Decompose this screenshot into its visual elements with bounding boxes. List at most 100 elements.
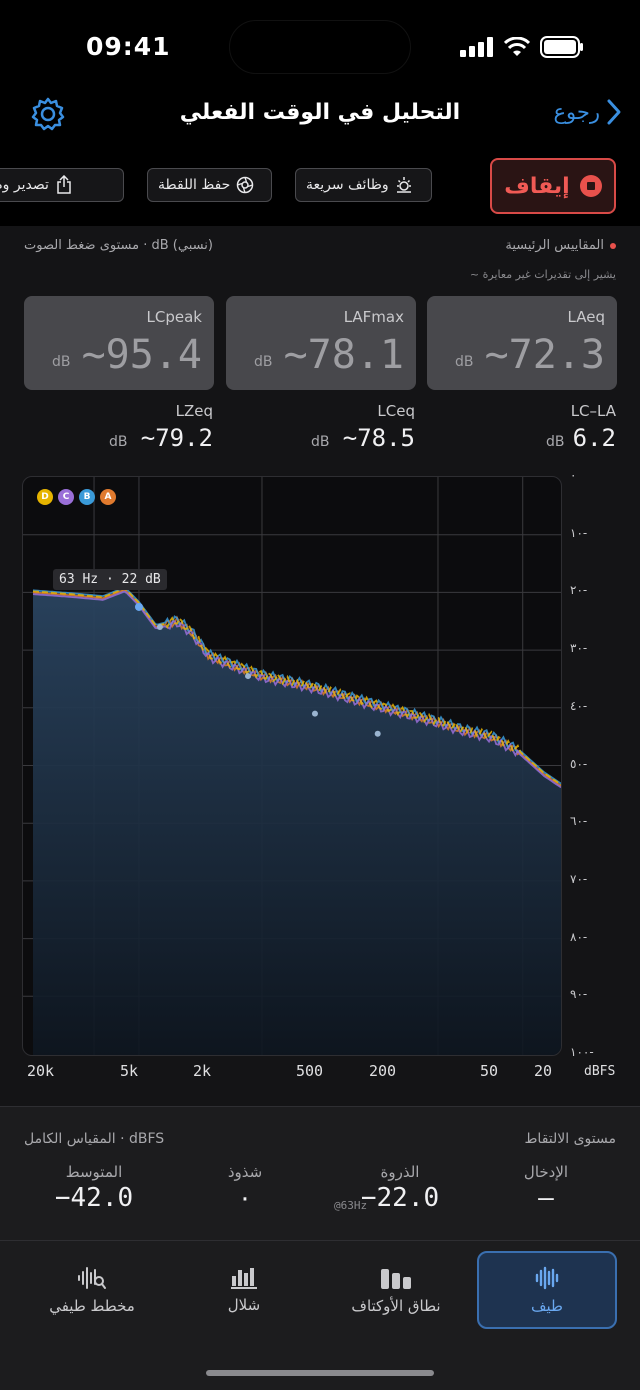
signal-icon [460,37,493,57]
spectrum-area [33,589,561,1055]
toolbar: إيقاف وظائف سريعة حفظ اللقطة تصدير وم [0,156,640,226]
x-tick-label: 5k [120,1062,139,1080]
spl-unit-label: مستوى ضغط الصوت · dB (نسبي) [24,238,213,253]
y-tick-label: ١٠٠- [570,1045,594,1059]
metric-card-lafmax[interactable]: LAFmax ~78.1 dB [226,296,416,390]
x-tick-label: 50 [480,1062,499,1080]
metrics-header-label: المقاييس الرئيسية [505,238,604,253]
card-label: LAeq [567,308,605,326]
secondary-value: ~78.5 [342,424,415,452]
peak-tooltip: 63 Hz · 22 dB [53,569,167,590]
secondary-unit: dB [109,434,128,450]
status-time: 09:41 [86,32,171,61]
stop-label: إيقاف [504,173,570,199]
stat-value: ٠ [237,1183,253,1213]
peak-marker [374,730,381,737]
x-tick-label: 2k [193,1062,212,1080]
legend-item-b: B [79,489,95,505]
stat-label: الإدخال [523,1163,569,1181]
y-tick-label: ٤٠- [570,698,588,713]
nav-bar: التحليل في الوقت الفعلي رجوع [0,92,640,142]
y-tick-label: ٩٠- [570,987,588,1002]
quick-functions-button[interactable]: وظائف سريعة [295,168,432,202]
axis-unit-label: dBFS [584,1064,616,1079]
secondary-metric-lc-la: LC–LA 6.2 dB [426,402,616,458]
card-unit: dB [455,354,474,370]
camera-aperture-icon [237,176,254,194]
metric-card-lcpeak[interactable]: LCpeak ~95.4 dB [24,296,214,390]
stat-label: المتوسط [65,1163,123,1181]
status-bar: 09:41 [0,0,640,92]
metrics-header: المقاييس الرئيسية [505,238,616,253]
y-tick-label: ٠ [570,468,577,482]
y-tick-label: ٧٠- [570,871,588,886]
quick-functions-label: وظائف سريعة [306,177,389,193]
waveform-icon [535,1266,559,1290]
secondary-unit: dB [546,434,565,450]
secondary-label: LCeq [377,402,415,420]
status-icons [460,36,584,58]
y-axis-labels: ٠ ١٠- ٢٠- ٣٠- ٤٠- ٥٠- ٦٠- ٧٠- ٨٠- ٩٠- ١٠٠- [566,468,606,1066]
tab-label: مخطط طيفي [49,1297,135,1315]
full-scale-title: المقياس الكامل · dBFS [24,1131,165,1147]
y-tick-label: ٣٠- [570,641,588,656]
spectrum-chart[interactable]: DCBA 63 Hz · 22 dB [22,476,562,1056]
secondary-value: 6.2 [572,424,616,452]
legend-item-a: A [100,489,116,505]
y-tick-label: ١٠- [570,525,588,540]
estimate-hint: ~ يشير إلى تقديرات غير معايرة [469,268,616,281]
home-indicator [206,1370,434,1376]
export-label: تصدير وم [0,177,49,193]
stop-icon [579,175,602,197]
peak-marker [245,673,252,680]
card-value: ~72.3 [484,332,605,378]
share-icon [57,175,71,194]
secondary-label: LZeq [175,402,213,420]
tab-waterfall[interactable]: شلال [174,1251,314,1329]
page-title: التحليل في الوقت الفعلي [179,100,461,125]
secondary-metric-lceq: LCeq ~78.5 dB [225,402,415,458]
y-tick-label: ٨٠- [570,929,588,944]
y-tick-label: ٢٠- [570,583,588,598]
x-tick-label: 20 [534,1062,553,1080]
tab-spectrum[interactable]: طيف [477,1251,617,1329]
stat-value: −42.0 [54,1183,134,1213]
card-label: LCpeak [146,308,202,326]
battery-icon [540,36,583,58]
spectrogram-icon [78,1267,106,1289]
secondary-value: ~79.2 [140,424,213,452]
card-unit: dB [52,354,71,370]
secondary-unit: dB [311,434,330,450]
secondary-metric-lzeq: LZeq ~79.2 dB [23,402,213,458]
stop-button[interactable]: إيقاف [490,158,616,214]
sun-icon [396,177,411,193]
secondary-label: LC–LA [570,402,616,420]
stat-label: شذوذ [227,1163,263,1181]
stat-anomaly: شذوذ ٠ [200,1163,290,1213]
card-value: ~95.4 [81,332,202,378]
tab-bar: طيف نطاق الأوكتاف شلال مخطط طيفي [0,1240,640,1390]
card-value: ~78.1 [283,332,404,378]
chevron-right-icon [607,99,621,125]
dynamic-island [229,20,411,74]
y-tick-label: ٦٠- [570,814,588,829]
metric-card-laeq[interactable]: LAeq ~72.3 dB [427,296,617,390]
export-button[interactable]: تصدير وم [0,168,124,202]
peak-marker [156,624,163,631]
tab-label: شلال [227,1296,261,1314]
tab-label: نطاق الأوكتاف [351,1297,441,1315]
legend-item-c: C [58,489,74,505]
back-button[interactable]: رجوع [553,98,622,126]
save-snapshot-label: حفظ اللقطة [158,177,231,193]
tab-octave-bands[interactable]: نطاق الأوكتاف [326,1251,466,1329]
y-tick-label: ٥٠- [570,756,588,771]
x-tick-label: 500 [296,1062,324,1080]
save-snapshot-button[interactable]: حفظ اللقطة [147,168,272,202]
tab-label: طيف [531,1297,563,1315]
back-label: رجوع [553,100,600,124]
capture-level-section: مستوى الالتقاط المقياس الكامل · dBFS الإ… [0,1106,640,1240]
capture-level-title: مستوى الالتقاط [524,1131,616,1147]
stat-input: الإدخال – [500,1163,592,1213]
stat-label: الذروة [380,1163,420,1181]
tab-spectrogram[interactable]: مخطط طيفي [22,1251,162,1329]
